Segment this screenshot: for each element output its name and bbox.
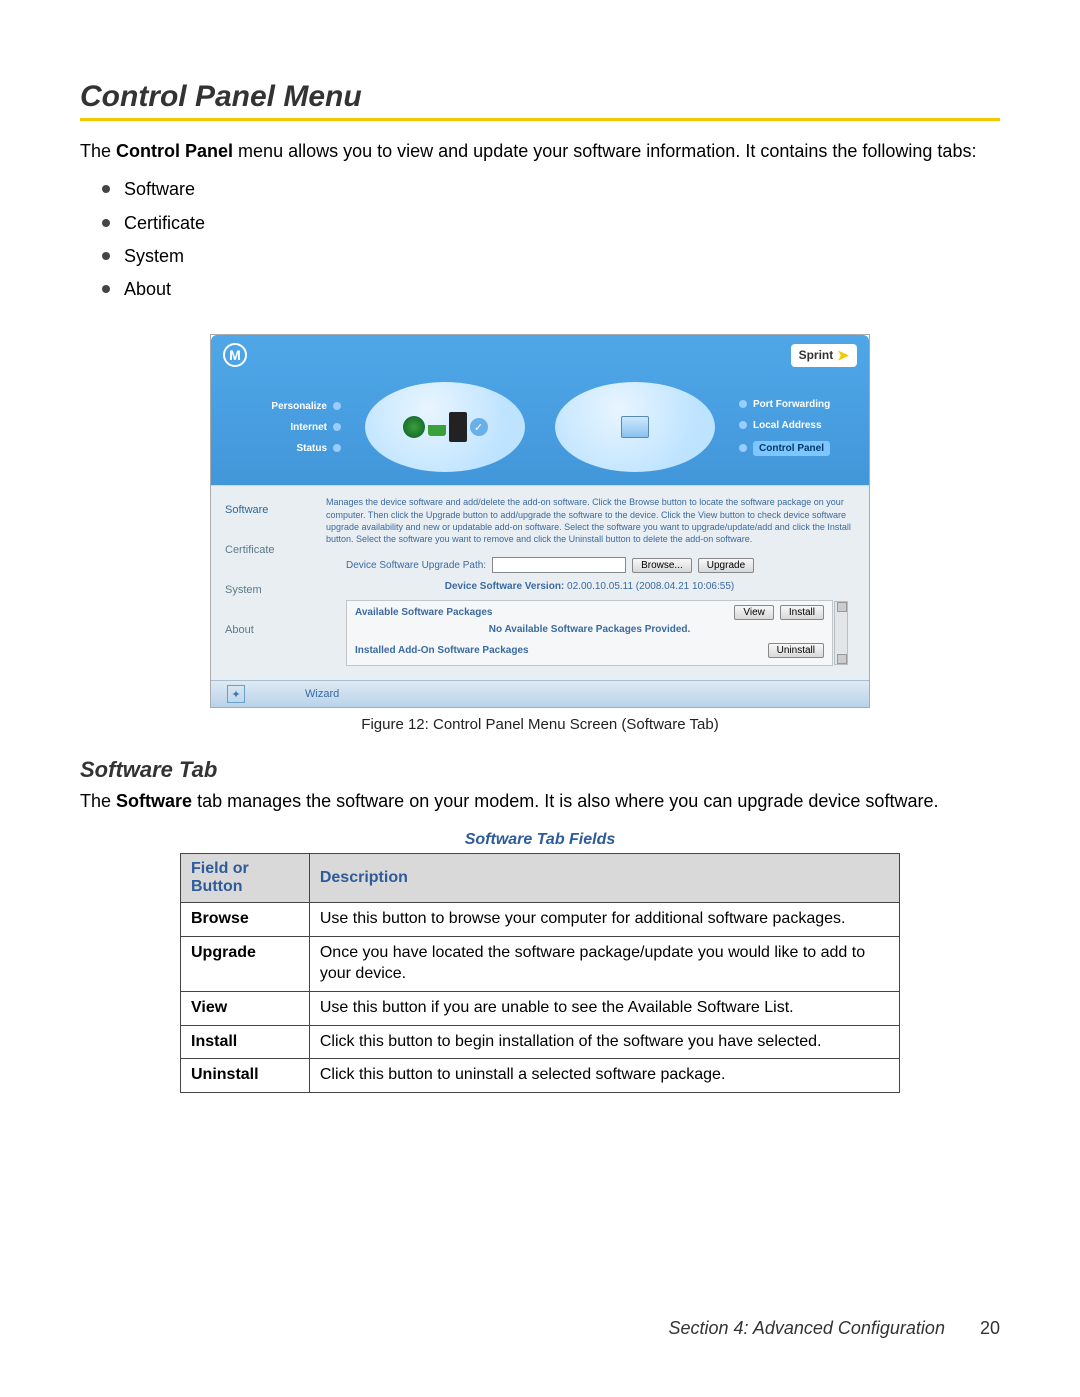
nav-port-forwarding[interactable]: Port Forwarding [739,399,859,410]
footer-page-number: 20 [980,1318,1000,1338]
table-row: View Use this button if you are unable t… [181,991,900,1025]
tab-system[interactable]: System [225,584,326,596]
sub-intro-bold: Software [116,791,192,811]
tab-certificate[interactable]: Certificate [225,544,326,556]
screenshot-figure: M Sprint ➤ Personalize Internet Status [210,334,870,708]
upgrade-path-input[interactable] [492,557,626,573]
view-button[interactable]: View [734,605,774,620]
signal-bars-icon [428,418,446,436]
tab-about[interactable]: About [225,624,326,636]
th-description: Description [309,854,899,903]
nav-dot-icon [739,444,747,452]
bullet-item: About [102,273,1000,306]
nav-label: Port Forwarding [753,399,830,410]
install-button[interactable]: Install [780,605,824,620]
nav-dot-icon [333,444,341,452]
installed-packages-title: Installed Add-On Software Packages [355,645,762,656]
bullet-item: Certificate [102,207,1000,240]
side-tabs: Software Certificate System About [211,486,326,680]
intro-pre: The [80,141,116,161]
nav-personalize[interactable]: Personalize [221,401,341,412]
cell-desc: Click this button to uninstall a selecte… [309,1059,899,1093]
figure-caption: Figure 12: Control Panel Menu Screen (So… [80,716,1000,733]
scrollbar[interactable] [834,601,848,665]
uninstall-button[interactable]: Uninstall [768,643,824,658]
bullet-item: Software [102,173,1000,206]
nav-left-group: Personalize Internet Status [221,391,351,464]
nav-status[interactable]: Status [221,443,341,454]
version-label: Device Software Version: [445,581,565,592]
globe-icon [403,416,425,438]
status-bubble-right [555,382,715,472]
table-row: Browse Use this button to browse your co… [181,903,900,937]
version-value: 02.00.10.05.11 (2008.04.21 10:06:55) [567,581,734,592]
router-icon [449,412,467,442]
nav-local-address[interactable]: Local Address [739,420,859,431]
cell-desc: Use this button to browse your computer … [309,903,899,937]
nav-label-active: Control Panel [753,441,830,456]
cell-field: Install [181,1025,310,1059]
sub-intro-pre: The [80,791,116,811]
upgrade-path-label: Device Software Upgrade Path: [346,560,486,571]
cell-field: Uninstall [181,1059,310,1093]
nav-label: Personalize [271,401,327,412]
table-row: Install Click this button to begin insta… [181,1025,900,1059]
nav-dot-icon [333,402,341,410]
nav-control-panel[interactable]: Control Panel [739,441,859,456]
monitor-icon [621,416,649,438]
cell-desc: Once you have located the software packa… [309,937,899,992]
nav-dot-icon [739,400,747,408]
nav-label: Internet [290,422,327,433]
upgrade-button[interactable]: Upgrade [698,558,754,573]
intro-bold: Control Panel [116,141,233,161]
software-tab-heading: Software Tab [80,757,1000,783]
intro-post: menu allows you to view and update your … [233,141,976,161]
cell-desc: Use this button if you are unable to see… [309,991,899,1025]
nav-label: Local Address [753,420,822,431]
nav-internet[interactable]: Internet [221,422,341,433]
tab-software[interactable]: Software [225,504,326,516]
intro-paragraph: The Control Panel menu allows you to vie… [80,139,1000,163]
wizard-icon[interactable]: ✦ [227,685,245,703]
cell-field: View [181,991,310,1025]
help-text: Manages the device software and add/dele… [326,496,853,545]
sprint-logo: Sprint ➤ [791,344,857,367]
footer-section: Section 4: Advanced Configuration [668,1318,945,1338]
motorola-logo-icon: M [223,343,247,367]
sub-intro-post: tab manages the software on your modem. … [192,791,938,811]
table-title: Software Tab Fields [180,831,900,849]
status-bubble-left: ✓ [365,382,525,472]
cell-field: Browse [181,903,310,937]
available-packages-title: Available Software Packages [355,607,728,618]
fields-table: Field or Button Description Browse Use t… [180,853,900,1093]
no-packages-message: No Available Software Packages Provided. [355,624,824,635]
sprint-label: Sprint [799,348,834,362]
cell-field: Upgrade [181,937,310,992]
th-field: Field or Button [181,854,310,903]
nav-dot-icon [739,421,747,429]
wizard-label[interactable]: Wizard [305,688,339,700]
nav-dot-icon [333,423,341,431]
table-row: Upgrade Once you have located the softwa… [181,937,900,992]
check-icon: ✓ [470,418,488,436]
tab-bullet-list: Software Certificate System About [102,173,1000,306]
page-footer: Section 4: Advanced Configuration 20 [668,1318,1000,1339]
table-row: Uninstall Click this button to uninstall… [181,1059,900,1093]
page-heading: Control Panel Menu [80,80,1000,121]
software-tab-paragraph: The Software tab manages the software on… [80,789,1000,813]
bullet-item: System [102,240,1000,273]
nav-label: Status [296,443,327,454]
cell-desc: Click this button to begin installation … [309,1025,899,1059]
sprint-wing-icon: ➤ [837,347,849,364]
nav-right-group: Port Forwarding Local Address Control Pa… [729,389,859,466]
browse-button[interactable]: Browse... [632,558,692,573]
